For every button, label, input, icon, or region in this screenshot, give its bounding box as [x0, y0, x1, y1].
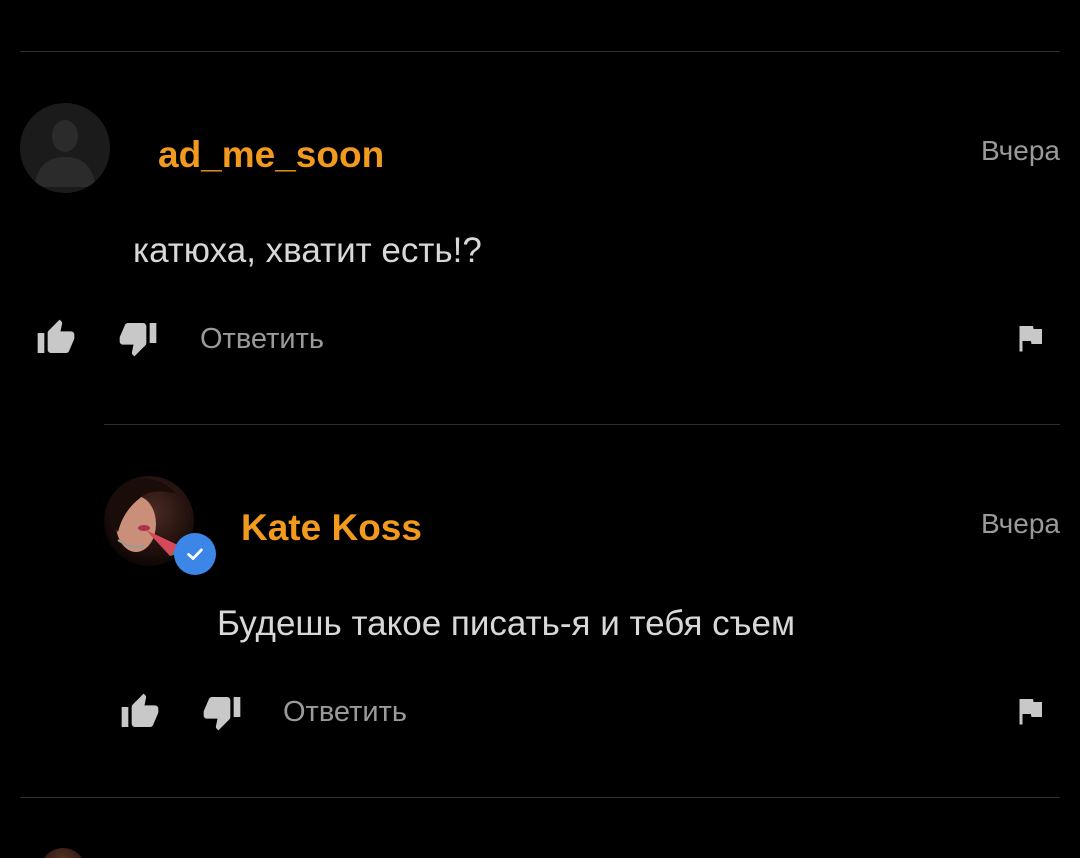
report-button[interactable]	[1010, 316, 1050, 360]
reply-button[interactable]: Ответить	[283, 698, 407, 727]
comment-text: Будешь такое писать-я и тебя съем	[217, 604, 796, 643]
checkmark-icon	[187, 548, 203, 560]
username[interactable]: Kate Koss	[241, 509, 422, 546]
top-divider	[20, 51, 1060, 52]
thumbs-down-icon	[203, 697, 241, 731]
dislike-button[interactable]	[200, 690, 244, 734]
reply-divider	[104, 424, 1060, 425]
thumbs-down-icon	[119, 323, 157, 357]
flag-icon	[1019, 699, 1042, 725]
comment-text: катюха, хватит есть!?	[133, 231, 482, 270]
avatar[interactable]	[20, 103, 110, 193]
thumbs-up-icon	[121, 693, 159, 727]
report-button[interactable]	[1010, 689, 1050, 733]
verified-badge	[174, 533, 216, 575]
comment-date: Вчера	[980, 135, 1060, 166]
default-user-icon	[34, 120, 96, 187]
like-button[interactable]	[34, 316, 78, 360]
username[interactable]: ad_me_soon	[158, 136, 384, 173]
like-button[interactable]	[118, 690, 162, 734]
dislike-button[interactable]	[116, 316, 160, 360]
next-comment-avatar[interactable]	[40, 848, 86, 858]
reply-button[interactable]: Ответить	[200, 325, 324, 354]
bottom-divider	[20, 797, 1060, 798]
thumbs-up-icon	[37, 319, 75, 353]
comment-date: Вчера	[980, 508, 1060, 539]
flag-icon	[1019, 326, 1042, 352]
comments-page: ad_me_soon Вчера катюха, хватит есть!? О…	[0, 0, 1080, 858]
